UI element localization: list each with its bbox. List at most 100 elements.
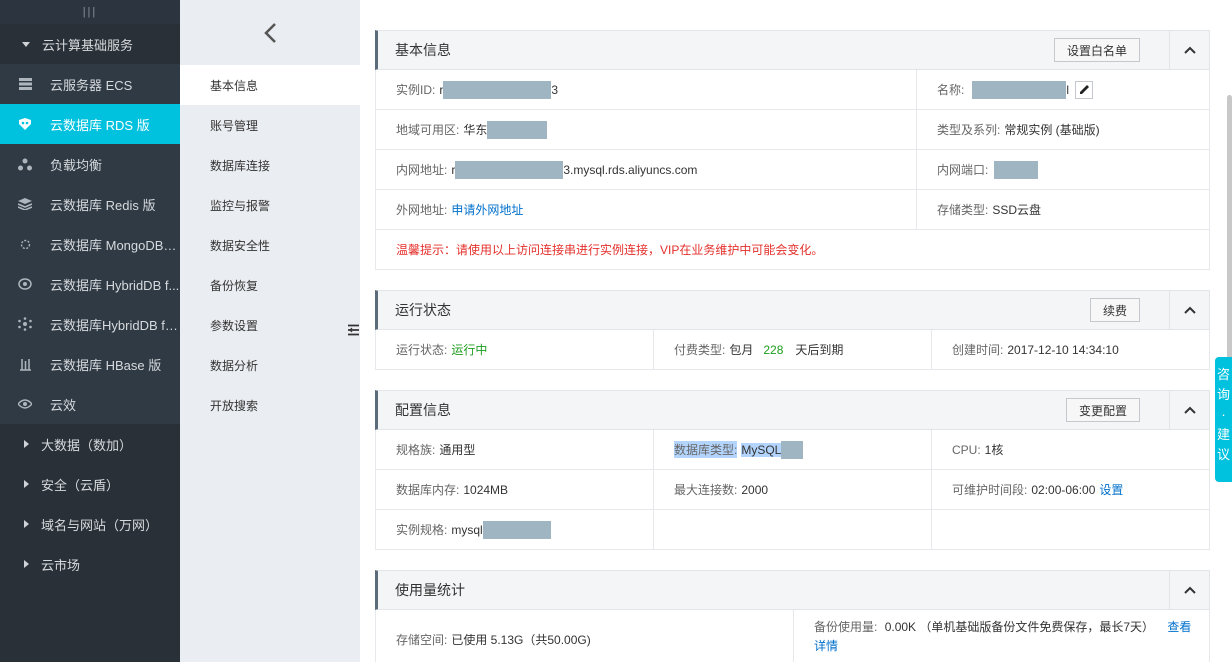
maint-value: 02:00-06:00 [1031,482,1096,497]
name-cell: 名称: l [917,70,1094,109]
consult-char: 议 [1216,447,1230,462]
intranet-port-cell: 内网端口: [917,150,1039,189]
intranet-suffix: 3.mysql.rds.aliyuncs.com [563,162,698,177]
redacted-block [455,160,564,179]
chevron-up-icon [1183,46,1196,54]
pay-type-cell: 付费类型: 包月 228 天后到期 [654,330,932,369]
created-cell: 创建时间: 2017-12-10 14:34:10 [932,330,1119,369]
info-row: 实例规格: mysql [375,510,1210,550]
sidebar-group-security[interactable]: 安全（云盾） [0,464,180,504]
db-type-cell: 数据库类型: MySQL [654,430,932,469]
database-icon [18,117,32,131]
maint-set-link[interactable]: 设置 [1099,481,1123,498]
sidebar-toggle[interactable]: ||| [0,0,180,24]
sidebar-item-label: 云效 [50,397,77,413]
sidebar-item-label: 云数据库 HybridDB f... [50,277,180,293]
redacted-block [443,80,552,99]
info-row: 外网地址: 申请外网地址 存储类型: SSD云盘 [375,190,1210,230]
subnav-security[interactable]: 数据安全性 [180,225,360,265]
redacted-block [487,120,548,139]
edit-name-button[interactable] [1075,80,1094,99]
view-details-link[interactable]: 查看 [1167,620,1191,634]
sidebar-item-label: 云服务器 ECS [50,77,133,93]
apply-extranet-link[interactable]: 申请外网地址 [451,201,523,218]
subnav-accounts[interactable]: 账号管理 [180,105,360,145]
main-content: 基本信息 设置白名单 实例ID: r3 名称: l 地域可用区: 华东 类型及系… [360,0,1232,662]
field-label: 数据库内存: [396,483,460,497]
memory-cell: 数据库内存: 1024MB [376,470,654,509]
subnav-parameters[interactable]: 参数设置 [180,305,360,345]
collapse-subnav-button[interactable] [346,310,360,350]
storage-cell: 存储空间: 已使用 5.13G（共50.00G) [376,610,794,662]
sidebar-footer [0,584,180,662]
region-cell: 地域可用区: 华东 [376,110,917,149]
caret-right-icon [24,520,29,528]
field-label: 存储空间: [396,633,448,647]
sidebar-item-rds[interactable]: 云数据库 RDS 版 [0,104,180,144]
type-cell: 类型及系列: 常规实例 (基础版) [917,110,1100,149]
memory-value: 1024MB [463,482,509,497]
redacted-block [781,440,804,459]
list-collapse-icon [347,324,359,336]
field-label: 地域可用区: [396,123,460,137]
sidebar-group-bigdata[interactable]: 大数据（数加） [0,424,180,464]
collapse-toggle[interactable] [1169,291,1209,329]
back-button[interactable] [180,0,360,65]
change-config-button[interactable]: 变更配置 [1066,398,1140,422]
caret-right-icon [24,480,29,488]
panel-usage: 使用量统计 存储空间: 已使用 5.13G（共50.00G) 备份使用量: 0.… [375,570,1210,662]
cpu-value: 1核 [984,443,1004,457]
field-label: 实例规格: [396,523,448,537]
run-status-cell: 运行状态: 运行中 [376,330,654,369]
collapse-toggle[interactable] [1169,31,1209,69]
subnav-analysis[interactable]: 数据分析 [180,345,360,385]
redacted-block [972,80,1067,99]
sidebar-item-redis[interactable]: 云数据库 Redis 版 [0,184,180,224]
spec-value: mysql [451,522,483,537]
sidebar-item-ecs[interactable]: 云服务器 ECS [0,64,180,104]
consult-char: 建 [1216,427,1230,442]
collapse-toggle[interactable] [1169,571,1209,609]
collapse-toggle[interactable] [1169,391,1209,429]
subnav-open-search[interactable]: 开放搜索 [180,385,360,425]
field-label: 可维护时间段: [952,483,1028,497]
view-details-link-cont[interactable]: 详情 [814,637,838,654]
field-label: 实例ID: [396,83,436,97]
intranet-cell: 内网地址: r 3.mysql.rds.aliyuncs.com [376,150,917,189]
family-cell: 规格族: 通用型 [376,430,654,469]
field-label: 名称: [937,83,965,97]
sidebar-item-slb[interactable]: 负载均衡 [0,144,180,184]
redacted-block [994,160,1039,179]
field-label: 最大连接数: [674,483,738,497]
sidebar-item-hybriddb[interactable]: 云数据库 HybridDB f... [0,264,180,304]
sidebar-item-hybriddb-2[interactable]: 云数据库HybridDB fo... [0,304,180,344]
pencil-icon [1079,85,1089,94]
field-label: 存储类型: [937,203,989,217]
db-type-value: MySQL [741,442,782,457]
panel-basic-info: 基本信息 设置白名单 实例ID: r3 名称: l 地域可用区: 华东 类型及系… [375,30,1210,270]
sidebar-group-domain[interactable]: 域名与网站（万网） [0,504,180,544]
renew-button[interactable]: 续费 [1090,298,1140,322]
subnav-db-connection[interactable]: 数据库连接 [180,145,360,185]
field-label: 类型及系列: [937,123,1001,137]
panel-header: 使用量统计 [375,570,1210,610]
sidebar-item-mongodb[interactable]: 云数据库 MongoDB 版 [0,224,180,264]
field-label: 付费类型: [674,343,726,357]
sidebar-item-label: 负载均衡 [50,157,103,173]
subnav-basic-info[interactable]: 基本信息 [180,65,360,105]
subnav-monitoring[interactable]: 监控与报警 [180,185,360,225]
storage-type-cell: 存储类型: SSD云盘 [917,190,1041,229]
whitelist-button[interactable]: 设置白名单 [1054,38,1140,62]
field-label: 创建时间: [952,343,1004,357]
days-remaining: 228 [763,342,784,357]
sidebar-group-cloud[interactable]: 云计算基础服务 [0,24,180,64]
sidebar-item-yunxiao[interactable]: 云效 [0,384,180,424]
instance-id-suffix: 3 [551,82,559,97]
subnav-backup[interactable]: 备份恢复 [180,265,360,305]
sidebar-group-market[interactable]: 云市场 [0,544,180,584]
sidebar-item-hbase[interactable]: 云数据库 HBase 版 [0,344,180,384]
consult-suggest-button[interactable]: 咨 询 · 建 议 [1215,357,1232,482]
max-conn-value: 2000 [741,482,769,497]
backup-usage-cell: 备份使用量: 0.00K （单机基础版备份文件免费保存，最长7天） 查看 详情 [794,610,1191,662]
expire-suffix: 天后到期 [795,343,844,357]
